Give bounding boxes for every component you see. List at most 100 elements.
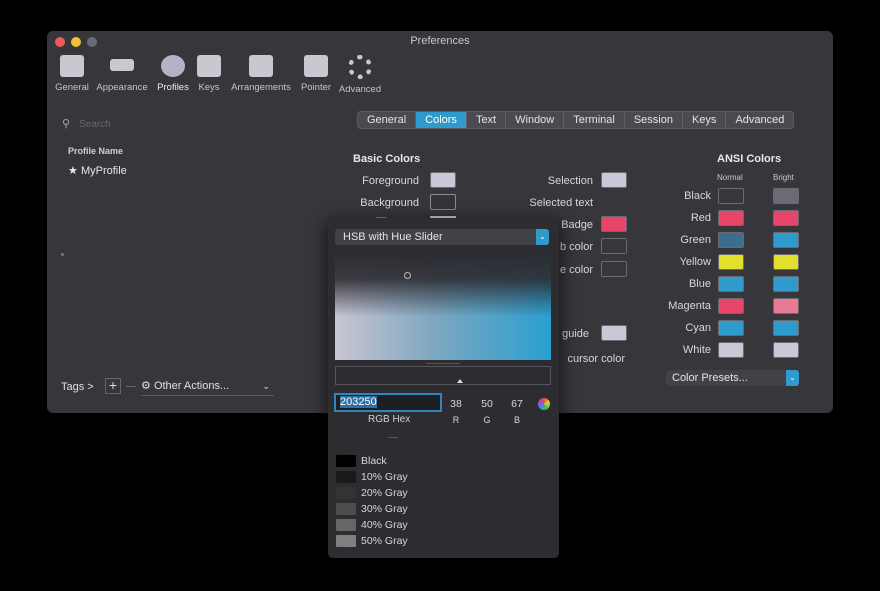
hue-slider-handle[interactable] bbox=[457, 379, 463, 383]
ansi-magenta-label: Magenta bbox=[668, 300, 711, 312]
ansi-black-normal-well[interactable] bbox=[718, 188, 744, 204]
toolbar-appearance[interactable]: Appearance bbox=[95, 55, 149, 93]
ansi-blue-bright-well[interactable] bbox=[773, 276, 799, 292]
swatch-color bbox=[336, 455, 356, 467]
profile-tabs: General Colors Text Window Terminal Sess… bbox=[357, 111, 795, 129]
chevron-down-icon: ⌄ bbox=[786, 370, 799, 386]
swatch-label: 50% Gray bbox=[361, 535, 408, 547]
remove-profile-button[interactable] bbox=[126, 386, 136, 387]
profile-search[interactable]: ⚲ Search bbox=[62, 117, 197, 131]
tab-color-well[interactable] bbox=[601, 238, 627, 254]
color-picker-popover: HSB with Hue Slider ⌄ 203250 RGB Hex 38 … bbox=[328, 218, 559, 558]
ansi-red-normal-well[interactable] bbox=[718, 210, 744, 226]
close-button[interactable] bbox=[55, 37, 65, 47]
ansi-white-bright-well[interactable] bbox=[773, 342, 799, 358]
ansi-colors-heading: ANSI Colors bbox=[717, 153, 782, 165]
swatch-item[interactable]: Black bbox=[336, 455, 536, 469]
swatch-item[interactable]: 20% Gray bbox=[336, 487, 536, 501]
chevron-down-icon: ⌄ bbox=[262, 381, 270, 391]
minimize-button[interactable] bbox=[71, 37, 81, 47]
ansi-red-bright-well[interactable] bbox=[773, 210, 799, 226]
ansi-yellow-normal-well[interactable] bbox=[718, 254, 744, 270]
toolbar-advanced[interactable]: Advanced bbox=[337, 55, 383, 95]
swatch-item[interactable]: 10% Gray bbox=[336, 471, 536, 485]
ansi-cyan-bright-well[interactable] bbox=[773, 320, 799, 336]
swatch-color bbox=[336, 471, 356, 483]
tags-toggle[interactable]: Tags > bbox=[61, 379, 94, 395]
zoom-button[interactable] bbox=[87, 37, 97, 47]
tab-window[interactable]: Window bbox=[506, 112, 565, 128]
profile-list-item[interactable]: ★ MyProfile bbox=[68, 164, 127, 177]
add-profile-button[interactable]: + bbox=[105, 378, 121, 394]
swatch-item[interactable]: 40% Gray bbox=[336, 519, 536, 533]
ansi-blue-normal-well[interactable] bbox=[718, 276, 744, 292]
color-cursor[interactable] bbox=[404, 272, 411, 279]
green-value[interactable]: 50 bbox=[477, 398, 497, 410]
toolbar-keys[interactable]: Keys bbox=[197, 55, 221, 93]
saturation-brightness-field[interactable] bbox=[335, 252, 551, 360]
color-wheel-icon[interactable] bbox=[538, 398, 550, 410]
toolbar-general[interactable]: General bbox=[53, 55, 91, 93]
red-value[interactable]: 38 bbox=[446, 398, 466, 410]
ansi-black-bright-well[interactable] bbox=[773, 188, 799, 204]
toolbar-label: Appearance bbox=[96, 82, 148, 93]
toolbar-label: General bbox=[55, 82, 89, 93]
search-placeholder: Search bbox=[79, 119, 111, 130]
hex-label: RGB Hex bbox=[368, 414, 411, 425]
color-presets-menu[interactable]: Color Presets... ⌄ bbox=[666, 370, 799, 386]
ansi-cyan-normal-well[interactable] bbox=[718, 320, 744, 336]
profile-name-header: Profile Name bbox=[68, 146, 124, 156]
foreground-color-well[interactable] bbox=[430, 172, 456, 188]
toolbar-pointer[interactable]: Pointer bbox=[298, 55, 334, 93]
tab-general[interactable]: General bbox=[358, 112, 417, 128]
gear-icon: ⚙ bbox=[141, 380, 151, 392]
toolbar-label: Advanced bbox=[338, 84, 382, 95]
background-color-well[interactable] bbox=[430, 194, 456, 210]
pointer-icon bbox=[304, 55, 328, 77]
ansi-white-normal-well[interactable] bbox=[718, 342, 744, 358]
divider bbox=[426, 363, 460, 364]
tab-text[interactable]: Text bbox=[467, 112, 507, 128]
resize-handle[interactable] bbox=[61, 253, 64, 256]
toolbar-arrangements[interactable]: Arrangements bbox=[229, 55, 293, 93]
swatch-item[interactable]: 30% Gray bbox=[336, 503, 536, 517]
selection-color-well[interactable] bbox=[601, 172, 627, 188]
tab-advanced[interactable]: Advanced bbox=[726, 112, 793, 128]
ansi-yellow-bright-well[interactable] bbox=[773, 254, 799, 270]
picker-mode-select[interactable]: HSB with Hue Slider ⌄ bbox=[335, 229, 549, 245]
swatch-color bbox=[336, 503, 356, 515]
star-icon: ★ bbox=[68, 165, 78, 177]
other-actions-menu[interactable]: ⚙ Other Actions... ⌄ bbox=[141, 378, 274, 396]
picker-mode-label: HSB with Hue Slider bbox=[343, 231, 443, 243]
red-label: R bbox=[452, 415, 460, 425]
hex-input[interactable]: 203250 bbox=[334, 393, 442, 412]
background-label: Background bbox=[360, 197, 419, 209]
hue-slider[interactable] bbox=[335, 366, 551, 385]
toolbar-label: Profiles bbox=[157, 82, 189, 93]
ansi-green-bright-well[interactable] bbox=[773, 232, 799, 248]
tab-terminal[interactable]: Terminal bbox=[564, 112, 625, 128]
toolbar-label: Pointer bbox=[300, 82, 332, 93]
toolbar-label: Arrangements bbox=[231, 82, 291, 93]
ansi-white-label: White bbox=[682, 344, 711, 356]
blue-value[interactable]: 67 bbox=[507, 398, 527, 410]
tab-keys[interactable]: Keys bbox=[683, 112, 727, 128]
arrangements-icon bbox=[249, 55, 273, 77]
swatch-label: 40% Gray bbox=[361, 519, 408, 531]
chevron-down-icon: ⌄ bbox=[536, 229, 549, 245]
ansi-magenta-bright-well[interactable] bbox=[773, 298, 799, 314]
toolbar-profiles[interactable]: Profiles bbox=[155, 55, 191, 93]
toolbar-label: Keys bbox=[198, 82, 220, 93]
tab-session[interactable]: Session bbox=[625, 112, 683, 128]
cursor-guide-color-well[interactable] bbox=[601, 261, 627, 277]
ansi-green-normal-well[interactable] bbox=[718, 232, 744, 248]
swatch-item[interactable]: 50% Gray bbox=[336, 535, 536, 549]
tab-colors[interactable]: Colors bbox=[416, 112, 467, 128]
swatch-label: 30% Gray bbox=[361, 503, 408, 515]
ansi-black-label: Black bbox=[684, 190, 711, 202]
badge-color-well[interactable] bbox=[601, 216, 627, 232]
bright-header: Bright bbox=[773, 173, 794, 182]
guide-color-well[interactable] bbox=[601, 325, 627, 341]
swatch-color bbox=[336, 535, 356, 547]
ansi-magenta-normal-well[interactable] bbox=[718, 298, 744, 314]
